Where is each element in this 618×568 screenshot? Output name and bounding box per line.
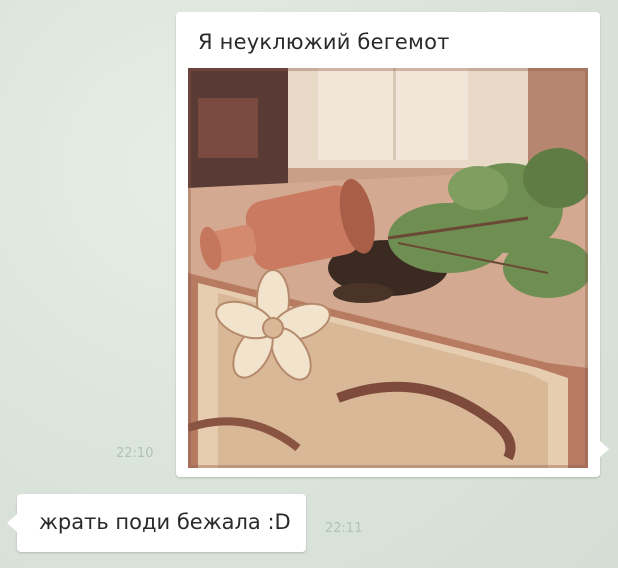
- message-caption: Я неуклюжий бегемот: [198, 30, 450, 54]
- outgoing-message-bubble[interactable]: Я неуклюжий бегемот: [176, 12, 609, 477]
- bubble-tail: [599, 440, 609, 458]
- message-text: жрать поди бежала :D: [39, 510, 291, 534]
- message-timestamp: 22:11: [325, 521, 363, 536]
- bubble-tail: [7, 514, 17, 532]
- message-photo[interactable]: [188, 68, 588, 468]
- message-timestamp: 22:10: [116, 446, 154, 461]
- photo-illustration: [188, 68, 588, 468]
- incoming-message-bubble[interactable]: жрать поди бежала :D: [7, 494, 306, 552]
- chat-area: Я неуклюжий бегемот 22:10 жрать поди беж…: [0, 0, 618, 568]
